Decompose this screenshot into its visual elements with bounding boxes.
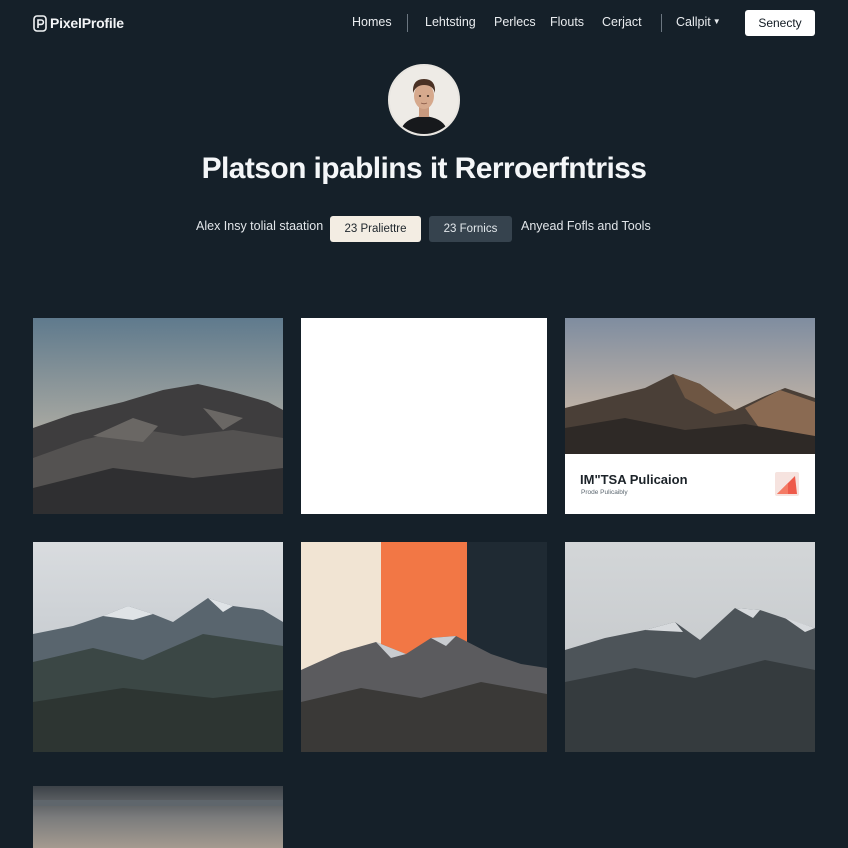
brand-icon xyxy=(775,472,799,496)
mountain-color-block xyxy=(301,542,547,752)
card-subtitle: Prode Pulicaibly xyxy=(581,489,628,496)
nav-home[interactable]: Homes xyxy=(352,15,392,29)
mountain-photo xyxy=(565,542,815,752)
mountain-photo xyxy=(33,318,283,514)
nav-contact[interactable]: Cerjact xyxy=(602,15,642,29)
gallery-item-blank[interactable] xyxy=(301,318,547,514)
nav-divider xyxy=(661,14,662,32)
profile-description: Alex Insy tolial staation xyxy=(196,219,324,233)
gallery-item[interactable] xyxy=(301,542,547,752)
gallery-item[interactable] xyxy=(33,542,283,752)
gallery-item[interactable] xyxy=(565,542,815,752)
cta-button[interactable]: Senecty xyxy=(745,10,815,36)
top-navigation: PixelProfile Homes Lehtsting Perlecs Flo… xyxy=(0,0,848,46)
logo-icon xyxy=(33,14,47,32)
tools-link[interactable]: Anyead Fofls and Tools xyxy=(521,219,651,233)
projects-count-badge[interactable]: 23 Praliettre xyxy=(330,216,421,242)
nav-dropdown-label: Callpit xyxy=(676,15,711,29)
nav-dropdown[interactable]: Callpit ▼ xyxy=(676,15,721,29)
mountain-photo xyxy=(33,542,283,752)
card-title: IM"TSA Pulicaion xyxy=(580,472,688,487)
featured-card[interactable]: IM"TSA Pulicaion Prode Pulicaibly xyxy=(565,318,815,514)
chevron-down-icon: ▼ xyxy=(712,17,721,26)
gallery-item[interactable] xyxy=(33,786,283,848)
fonts-count-badge[interactable]: 23 Fornics xyxy=(429,216,512,242)
nav-fonts[interactable]: Flouts xyxy=(550,15,584,29)
landscape-photo xyxy=(33,786,283,848)
avatar[interactable] xyxy=(388,64,460,136)
nav-divider xyxy=(407,14,408,32)
page-title: Platson ipablins it Rerroerfntriss xyxy=(201,152,647,185)
logo-text: PixelProfile xyxy=(50,15,124,31)
gallery-item[interactable] xyxy=(33,318,283,514)
nav-listings[interactable]: Lehtsting xyxy=(425,15,476,29)
card-footer: IM"TSA Pulicaion Prode Pulicaibly xyxy=(565,454,815,514)
logo[interactable]: PixelProfile xyxy=(33,13,124,33)
nav-projects[interactable]: Perlecs xyxy=(494,15,536,29)
portrait-image xyxy=(390,66,458,134)
